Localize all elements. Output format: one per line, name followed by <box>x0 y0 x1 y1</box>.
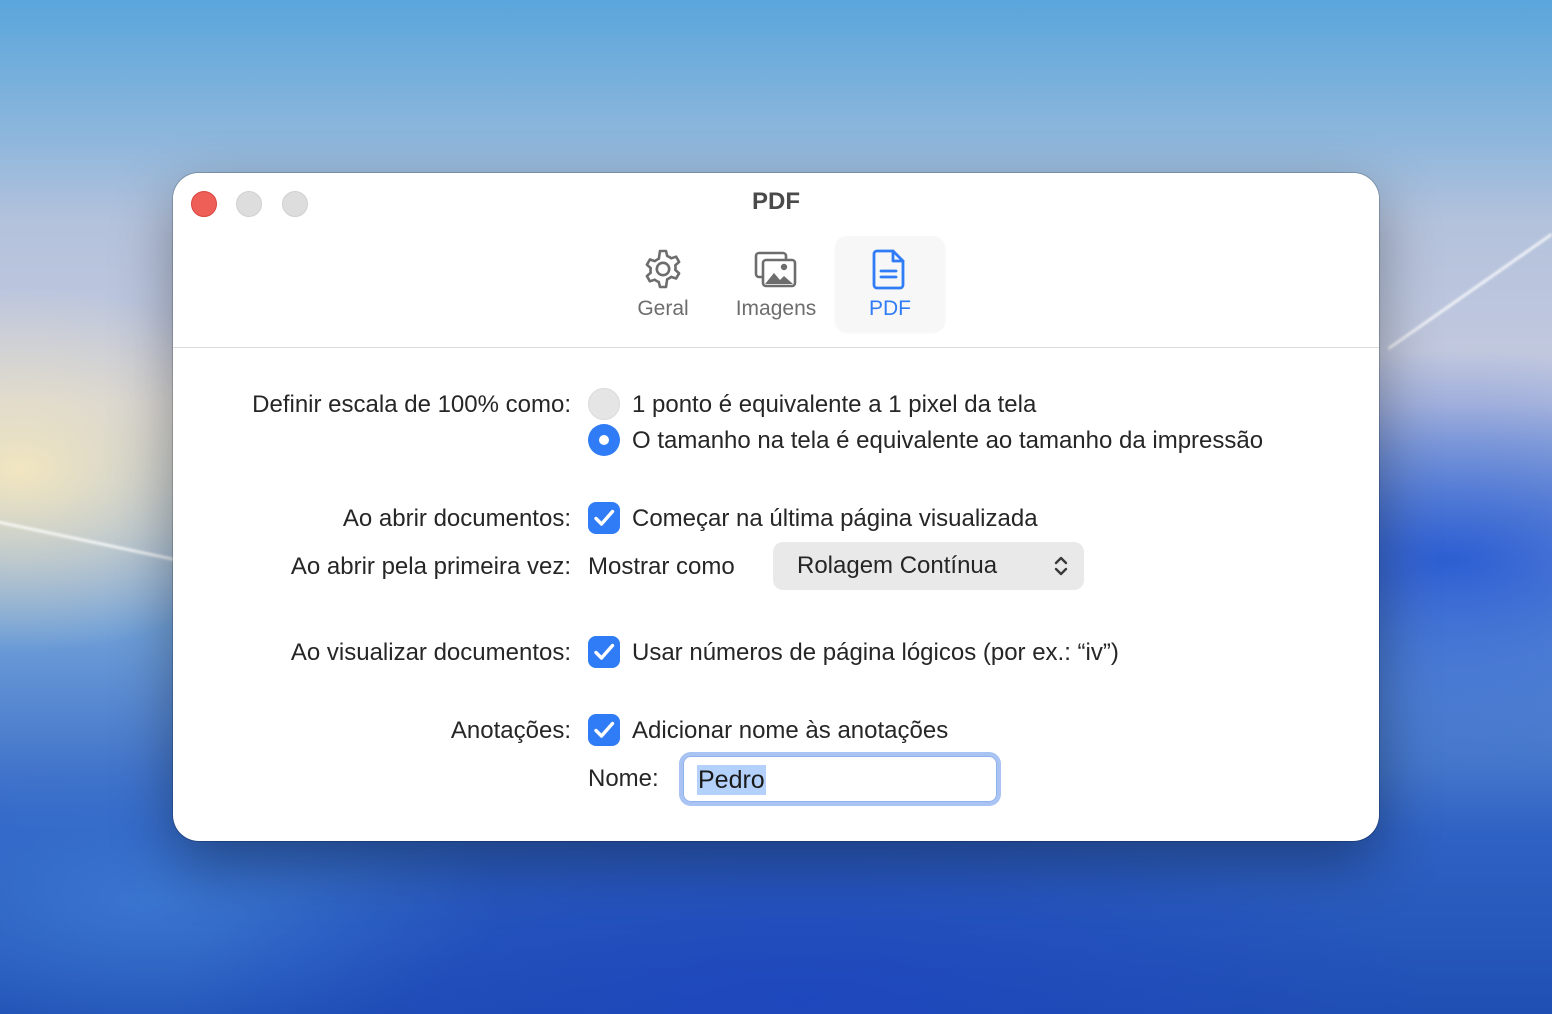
radio-point-equals-pixel[interactable] <box>588 388 620 420</box>
checkbox-add-name-annotations-label: Adicionar nome às anotações <box>632 717 949 744</box>
radio-point-equals-pixel-label: 1 ponto é equivalente a 1 pixel da tela <box>632 391 1037 418</box>
first-open-label: Ao abrir pela primeira vez: <box>290 553 571 580</box>
checkbox-start-last-page-label: Começar na última página visualizada <box>632 505 1038 532</box>
checkmark-icon <box>594 509 615 526</box>
tab-imagens[interactable]: Imagens <box>721 236 831 332</box>
wallpaper-streak <box>0 517 198 566</box>
display-mode-value: Rolagem Contínua <box>797 552 998 579</box>
checkbox-logical-page-numbers-label: Usar números de página lógicos (por ex.:… <box>632 639 1119 666</box>
opening-label: Ao abrir documentos: <box>342 505 571 532</box>
tab-geral-label: Geral <box>637 297 689 320</box>
tab-geral[interactable]: Geral <box>608 236 718 332</box>
show-as-label: Mostrar como <box>588 553 735 580</box>
photos-icon <box>754 251 797 288</box>
scale-label: Definir escala de 100% como: <box>252 391 571 418</box>
tab-imagens-label: Imagens <box>735 297 817 320</box>
window-titlebar: PDF Geral Imagens PDF <box>173 173 1379 348</box>
preferences-window: PDF Geral Imagens PDF Definir escala de … <box>173 173 1379 841</box>
viewing-label: Ao visualizar documentos: <box>290 639 571 666</box>
wallpaper-streak <box>1387 232 1552 351</box>
radio-screen-equals-print[interactable] <box>588 424 620 456</box>
annotations-label: Anotações: <box>450 717 571 744</box>
window-title: PDF <box>752 188 800 215</box>
checkbox-add-name-annotations[interactable] <box>588 714 620 746</box>
tab-pdf-label: PDF <box>869 297 911 320</box>
document-icon <box>872 249 905 290</box>
display-mode-popup[interactable]: Rolagem Contínua <box>773 542 1084 590</box>
radio-screen-equals-print-label: O tamanho na tela é equivalente ao taman… <box>632 427 1264 454</box>
checkmark-icon <box>594 643 615 660</box>
name-field[interactable]: Pedro <box>679 752 1001 806</box>
checkmark-icon <box>594 721 615 738</box>
name-field-value[interactable]: Pedro <box>697 765 766 795</box>
chevron-up-down-icon <box>1054 556 1068 576</box>
name-field-label: Nome: <box>588 765 659 792</box>
checkbox-start-last-page[interactable] <box>588 502 620 534</box>
checkbox-logical-page-numbers[interactable] <box>588 636 620 668</box>
tab-pdf[interactable]: PDF <box>835 236 945 332</box>
gear-icon <box>645 249 681 289</box>
